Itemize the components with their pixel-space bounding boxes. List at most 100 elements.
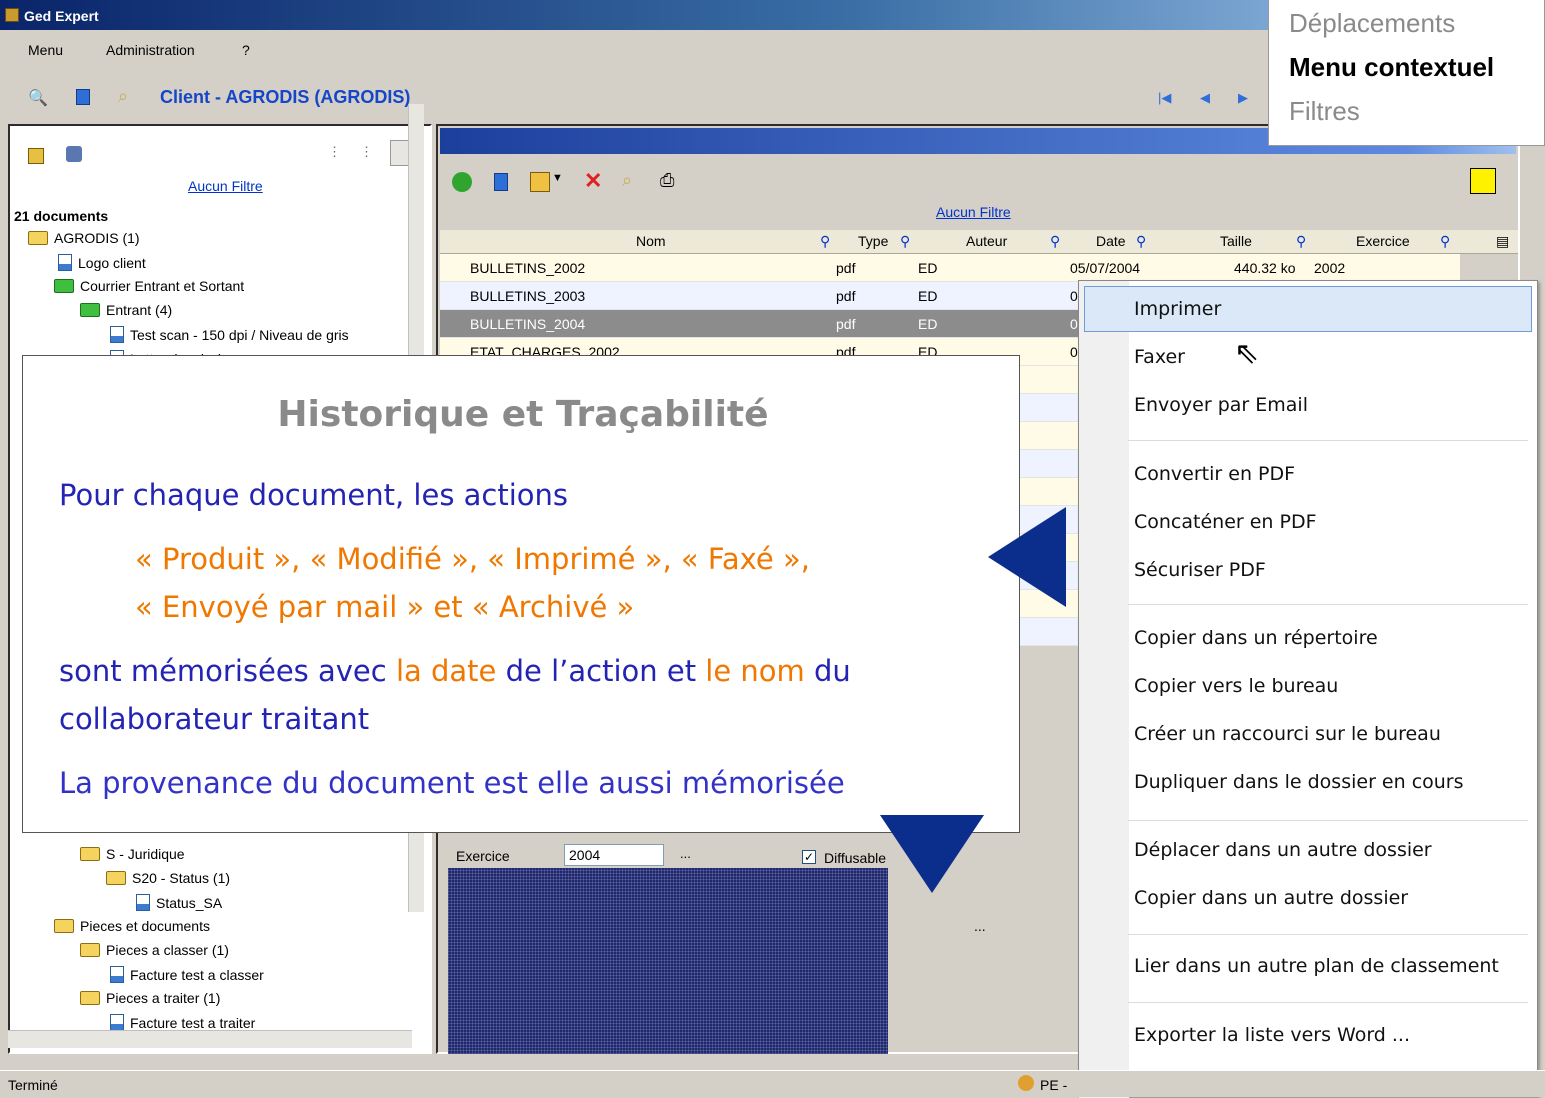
menu-item-administration[interactable]: Administration (106, 42, 195, 58)
cell-nom: BULLETINS_2004 (470, 316, 586, 332)
search-key-icon[interactable]: ⌕ (118, 86, 134, 106)
app-icon (5, 8, 19, 22)
tree-item[interactable]: S20 - Status (1) (106, 870, 230, 886)
document-icon[interactable] (494, 173, 508, 191)
table-row[interactable]: BULLETINS_2002 pdf ED 05/07/2004 440.32 ko 20… (440, 254, 1460, 282)
details-more-button[interactable]: ... (974, 918, 986, 934)
legend-item-menu-contextuel: Menu contextuel (1289, 52, 1495, 82)
cell-exercice: 2002 (1314, 260, 1346, 276)
binoculars-icon[interactable]: 🔍 (28, 88, 48, 107)
tree-expand-icon[interactable]: ⋮ (328, 144, 344, 160)
context-menu-item[interactable]: Exporter la liste vers Word ... (1134, 1024, 1410, 1046)
context-menu-item[interactable]: Envoyer par Email (1134, 394, 1308, 416)
add-folder-icon[interactable] (28, 148, 44, 164)
context-menu-item[interactable]: Créer un raccourci sur le bureau (1134, 723, 1441, 745)
back-icon[interactable] (452, 172, 472, 192)
next-record-icon[interactable]: ▶ (1238, 90, 1248, 106)
tree-item-label: Pieces a classer (1) (106, 942, 229, 958)
search-icon[interactable]: ⚲ (1050, 233, 1060, 250)
first-record-icon[interactable]: |◀ (1158, 90, 1171, 106)
folder-icon (54, 919, 74, 933)
tree-item[interactable]: Facture test a classer (110, 966, 264, 983)
tree-item[interactable]: Test scan - 150 dpi / Niveau de gris (110, 326, 349, 343)
search-icon[interactable]: ⚲ (820, 233, 830, 250)
printer-icon[interactable]: ⎙ (660, 170, 676, 190)
column-chooser-icon[interactable]: ▤ (1496, 233, 1509, 250)
scanner-icon[interactable] (66, 146, 82, 162)
tree-filter-link[interactable]: Aucun Filtre (188, 178, 263, 194)
tree-item[interactable]: Facture test a traiter (110, 1014, 255, 1031)
menu-item-help[interactable]: ? (242, 42, 250, 58)
folder-icon (80, 303, 100, 317)
document-icon (58, 254, 72, 271)
user-icon (1018, 1075, 1034, 1091)
document-icon (110, 966, 124, 983)
context-menu-item[interactable]: Copier dans un autre dossier (1134, 887, 1408, 909)
grid-header: Nom ⚲ Type ⚲ Auteur ⚲ Date ⚲ Taille ⚲ Ex… (440, 230, 1518, 254)
search-icon[interactable]: ⚲ (900, 233, 910, 250)
tree-item[interactable]: Pieces a traiter (1) (80, 990, 220, 1006)
context-menu-item[interactable]: Lier dans un autre plan de classement (1134, 955, 1499, 977)
tree-item[interactable]: S - Juridique (80, 846, 185, 862)
callout-title: Historique et Traçabilité (277, 394, 769, 435)
pointer-arrow-left (988, 507, 1066, 607)
context-menu-separator (1128, 1002, 1528, 1003)
callout-line-2: « Produit », « Modifié », « Imprimé », «… (135, 542, 810, 576)
callout-text: de l’action et (496, 654, 706, 688)
search-key-icon[interactable]: ⌕ (622, 170, 638, 190)
context-menu-item[interactable]: Convertir en PDF (1134, 463, 1295, 485)
context-menu-item[interactable]: Imprimer (1134, 298, 1221, 320)
tree-item-label: Courrier Entrant et Sortant (80, 278, 245, 294)
context-menu-item[interactable]: Déplacer dans un autre dossier (1134, 839, 1432, 861)
tree-item-label: Pieces et documents (80, 918, 210, 934)
column-header-date[interactable]: Date (1096, 233, 1126, 249)
tree-item[interactable]: Pieces a classer (1) (80, 942, 229, 958)
column-header-exercice[interactable]: Exercice (1356, 233, 1410, 249)
context-menu-item[interactable]: Sécuriser PDF (1134, 559, 1266, 581)
column-header-auteur[interactable]: Auteur (966, 233, 1007, 249)
column-header-nom[interactable]: Nom (636, 233, 666, 249)
column-header-type[interactable]: Type (858, 233, 888, 249)
chevron-down-icon[interactable]: ▼ (552, 172, 568, 188)
context-menu-item[interactable]: Dupliquer dans le dossier en cours (1134, 771, 1464, 793)
column-header-taille[interactable]: Taille (1220, 233, 1252, 249)
context-menu-separator (1128, 604, 1528, 605)
document-icon[interactable] (76, 89, 90, 105)
cell-date: 0 (1070, 288, 1078, 304)
cell-type: pdf (836, 260, 856, 276)
diffusable-checkbox[interactable]: ✓ (802, 850, 816, 864)
callout-highlight-name: le nom (705, 654, 805, 688)
tree-item-label: Facture test a classer (130, 966, 264, 983)
exercice-field[interactable]: 2004 (564, 844, 664, 866)
search-icon[interactable]: ⚲ (1440, 233, 1450, 250)
zoom-search-icon[interactable] (1470, 168, 1496, 194)
delete-icon[interactable]: ✕ (584, 168, 602, 193)
exercice-more-button[interactable]: ... (680, 846, 691, 861)
tree-item[interactable]: Status_SA (136, 894, 222, 911)
tree-item-label: Pieces a traiter (1) (106, 990, 221, 1006)
context-menu-item[interactable]: Concaténer en PDF (1134, 511, 1317, 533)
callout-line-1: Pour chaque document, les actions (59, 478, 569, 512)
folder-icon (80, 991, 100, 1005)
previous-record-icon[interactable]: ◀ (1200, 90, 1210, 106)
context-menu-item[interactable]: Faxer (1134, 346, 1185, 368)
status-text: Terminé (8, 1077, 58, 1093)
context-menu-item[interactable]: Copier dans un répertoire (1134, 627, 1378, 649)
document-toolbar: ▼ ✕ ⌕ ⎙ (452, 168, 682, 196)
pointer-arrow-down (880, 815, 984, 893)
grid-filter-link[interactable]: Aucun Filtre (936, 204, 1011, 220)
context-menu-item[interactable]: Copier vers le bureau (1134, 675, 1338, 697)
search-icon[interactable]: ⚲ (1136, 233, 1146, 250)
tree-item[interactable]: Entrant (4) (80, 302, 172, 318)
document-count: 21 documents (14, 208, 109, 224)
tree-item[interactable]: AGRODIS (1) (28, 230, 140, 246)
hourglass-icon[interactable] (530, 172, 550, 192)
tree-collapse-icon[interactable]: ⋮ (360, 144, 376, 160)
tree-item[interactable]: Pieces et documents (54, 918, 210, 934)
tree-item[interactable]: Courrier Entrant et Sortant (54, 278, 244, 294)
cell-date: 05/07/2004 (1070, 260, 1141, 276)
tree-horizontal-scrollbar[interactable] (8, 1030, 412, 1048)
tree-item[interactable]: Logo client (58, 254, 146, 271)
menu-item-menu[interactable]: Menu (28, 42, 63, 58)
search-icon[interactable]: ⚲ (1296, 233, 1306, 250)
